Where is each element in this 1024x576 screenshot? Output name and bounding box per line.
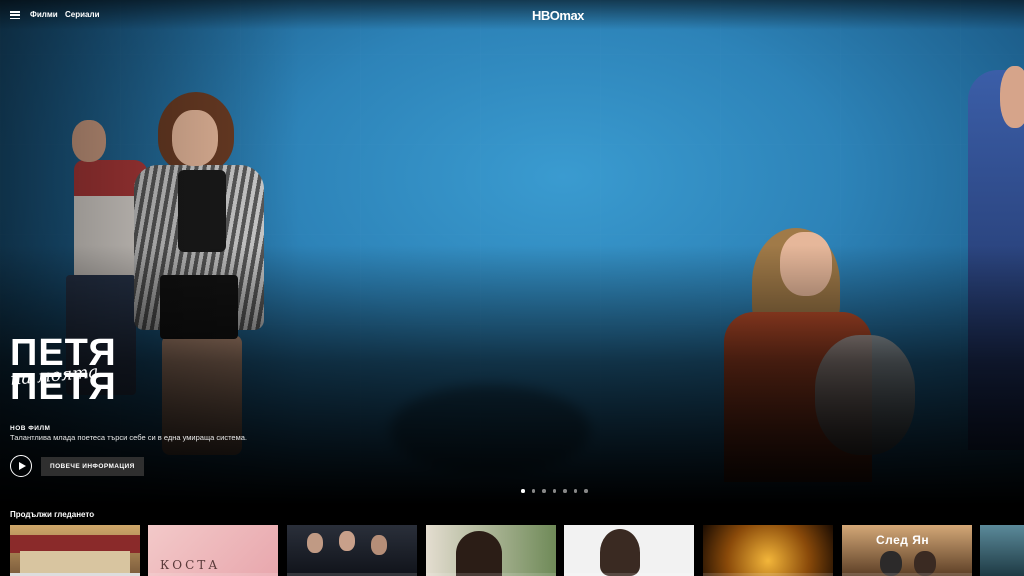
continue-card-5[interactable] [564, 525, 694, 576]
continue-card-8-partial[interactable] [980, 525, 1024, 576]
carousel-dot[interactable] [542, 489, 546, 493]
carousel-dot[interactable] [521, 489, 525, 493]
continue-watching-title[interactable]: Продължи гледането [10, 510, 94, 519]
nav-movies-link[interactable]: Филми [30, 10, 58, 19]
card-title-text: КОСТА [160, 558, 221, 572]
carousel-indicator [521, 489, 588, 493]
hamburger-menu-icon[interactable] [10, 11, 20, 20]
carousel-dot[interactable] [563, 489, 567, 493]
nav-series-link[interactable]: Сериали [65, 10, 99, 19]
continue-card-4[interactable] [426, 525, 556, 576]
continue-card-3[interactable] [287, 525, 417, 576]
carousel-dot[interactable] [573, 489, 577, 493]
carousel-dot[interactable] [584, 489, 588, 493]
hero-banner[interactable] [0, 0, 1024, 505]
top-navigation-bar: Филми Сериали HBOmax [0, 0, 1024, 30]
hero-title-logo: ПЕТЯ на моята ПЕТЯ [9, 334, 160, 406]
hero-tagline: Талантлива млада поетеса търси себе си в… [10, 433, 248, 442]
carousel-dot[interactable] [531, 489, 535, 493]
continue-card-6[interactable] [703, 525, 833, 576]
continue-card-2[interactable]: КОСТА [148, 525, 278, 576]
hbomax-logo[interactable]: HBOmax [532, 8, 584, 23]
play-button[interactable] [10, 455, 32, 477]
continue-card-1[interactable] [10, 525, 140, 576]
hero-figure-right-woman-head [1000, 66, 1024, 128]
chevron-right-icon[interactable]: › [92, 510, 95, 519]
card-title-text: След Ян [876, 533, 930, 547]
new-movie-badge: НОВ ФИЛМ [10, 425, 51, 432]
carousel-dot[interactable] [552, 489, 556, 493]
continue-card-7[interactable]: След Ян [842, 525, 972, 576]
more-info-button[interactable]: ПОВЕЧЕ ИНФОРМАЦИЯ [41, 457, 144, 476]
